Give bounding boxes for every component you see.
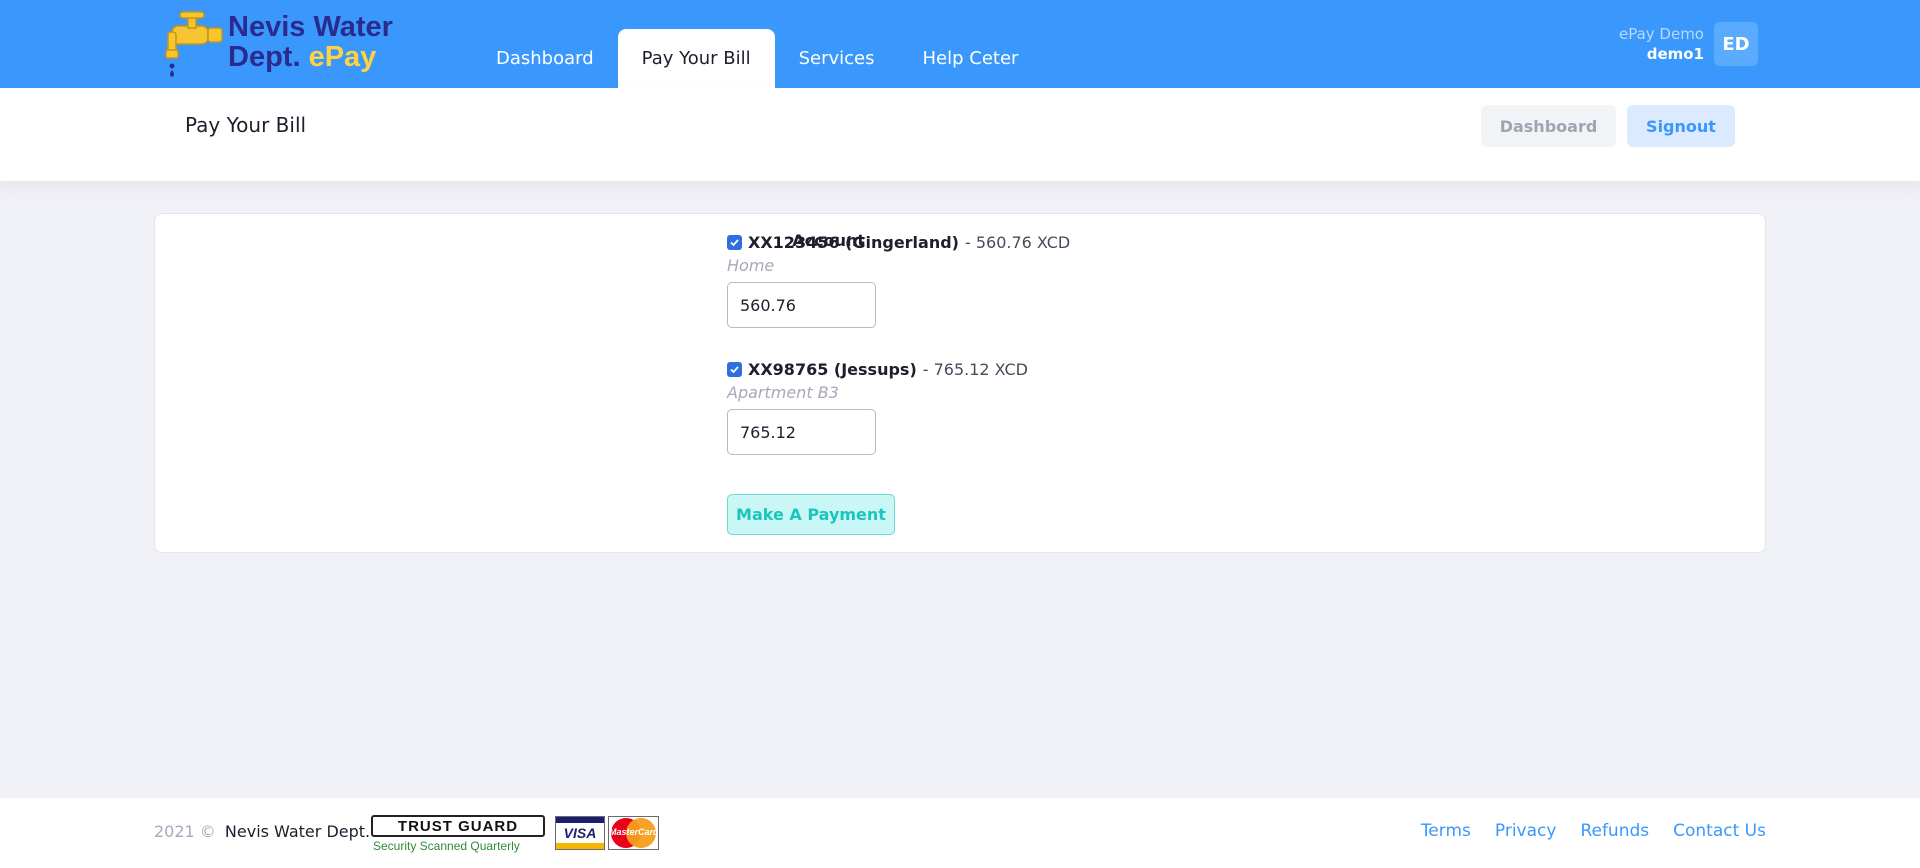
trust-guard-text: TRUST GUARD <box>397 817 519 835</box>
footer-link-refunds[interactable]: Refunds <box>1580 821 1649 841</box>
nav-pay-your-bill[interactable]: Pay Your Bill <box>617 29 775 88</box>
copyright: 2021 © Nevis Water Dept. <box>154 822 370 841</box>
account-row: XX98765 (Jessups) - 765.12 XCD <box>727 358 1028 380</box>
account-id: XX98765 (Jessups) <box>748 359 917 379</box>
footer-link-terms[interactable]: Terms <box>1421 821 1471 841</box>
account-checkbox[interactable] <box>727 234 742 250</box>
footer-link-contact[interactable]: Contact Us <box>1673 821 1766 841</box>
user-greeting: ePay Demo <box>1618 25 1704 43</box>
footer-link-privacy[interactable]: Privacy <box>1495 821 1557 841</box>
footer-links: Terms Privacy Refunds Contact Us <box>1397 821 1766 841</box>
brand-epay: ePay <box>308 41 377 73</box>
make-payment-button[interactable]: Make A Payment <box>727 494 895 535</box>
user-menu[interactable]: ePay Demo demo1 ED <box>1619 22 1758 66</box>
account-checkbox[interactable] <box>727 361 742 377</box>
nav-help-center[interactable]: Help Ceter <box>899 29 1043 88</box>
mastercard-logo: MasterCard <box>608 816 659 850</box>
user-info: ePay Demo demo1 <box>1619 24 1704 64</box>
main-nav: Dashboard Pay Your Bill Services Help Ce… <box>472 29 1042 88</box>
visa-text: VISA <box>563 825 597 841</box>
copyright-org: Nevis Water Dept. <box>224 822 371 841</box>
visa-logo: VISA <box>555 816 605 850</box>
user-name: demo1 <box>1646 45 1704 63</box>
account-entry: XX98765 (Jessups) - 765.12 XCD Apartment… <box>727 358 1028 455</box>
trust-guard-badge[interactable]: TRUST GUARD Security Scanned Quarterly <box>371 815 545 853</box>
account-description: Home <box>727 256 775 275</box>
brand-dept: Dept. <box>228 41 301 73</box>
trust-guard-subtitle: Security Scanned Quarterly <box>373 839 520 853</box>
payment-card-logos: VISA MasterCard <box>555 816 659 850</box>
account-description: Apartment B3 <box>727 383 839 402</box>
avatar[interactable]: ED <box>1714 22 1758 66</box>
account-id: XX123456 (Gingerland) <box>748 232 959 252</box>
brand-logo[interactable]: Nevis Water Dept. ePay <box>162 10 393 78</box>
checkbox-checked-icon <box>730 238 739 246</box>
water-faucet-icon <box>165 11 223 77</box>
signout-button[interactable]: Signout <box>1627 105 1735 147</box>
account-row: XX123456 (Gingerland) - 560.76 XCD <box>727 231 1070 253</box>
payment-amount-input[interactable]: 560.76 <box>727 282 876 328</box>
page-title: Pay Your Bill <box>185 113 307 137</box>
nav-dashboard[interactable]: Dashboard <box>472 29 618 88</box>
nav-services[interactable]: Services <box>775 29 899 88</box>
trust-guard-title: TRUST GUARD <box>371 815 545 837</box>
payment-amount-input[interactable]: 765.12 <box>727 409 876 455</box>
dashboard-button[interactable]: Dashboard <box>1481 105 1616 147</box>
account-entry: XX123456 (Gingerland) - 560.76 XCD Home … <box>727 231 1070 328</box>
account-balance: - 560.76 XCD <box>965 232 1071 252</box>
brand-name-line2: Dept. ePay <box>228 41 377 74</box>
copyright-year: 2021 © <box>154 822 216 841</box>
brand-name-line1: Nevis Water <box>228 11 393 43</box>
account-balance: - 765.12 XCD <box>922 359 1028 379</box>
checkbox-checked-icon <box>730 365 739 373</box>
footer: 2021 © Nevis Water Dept. TRUST GUARD Sec… <box>0 798 1920 868</box>
mastercard-text: MasterCard <box>609 827 659 837</box>
subheader: Pay Your Bill Dashboard Signout <box>0 88 1920 181</box>
payment-form-card: Account XX123456 (Gingerland) - 560.76 X… <box>154 213 1766 553</box>
top-header: Nevis Water Dept. ePay Dashboard Pay You… <box>0 0 1920 88</box>
